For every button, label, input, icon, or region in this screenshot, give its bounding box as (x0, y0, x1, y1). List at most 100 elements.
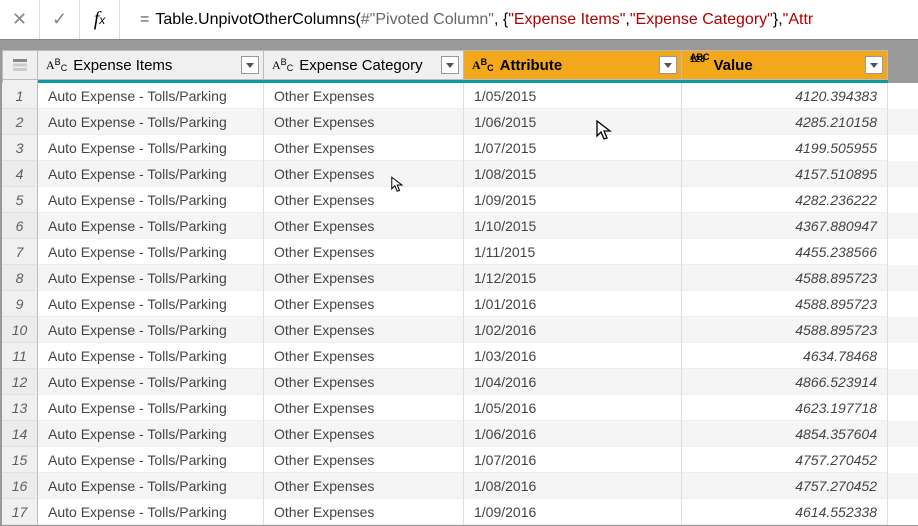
table-row[interactable]: 14Auto Expense - Tolls/ParkingOther Expe… (2, 421, 918, 447)
filter-dropdown-icon[interactable] (659, 56, 677, 74)
cell[interactable]: Other Expenses (264, 473, 464, 499)
cell[interactable]: Auto Expense - Tolls/Parking (38, 369, 264, 395)
cell[interactable]: 1/05/2015 (464, 83, 682, 109)
cell[interactable]: 1/12/2015 (464, 265, 682, 291)
cell[interactable]: Other Expenses (264, 187, 464, 213)
cell[interactable]: Other Expenses (264, 161, 464, 187)
cell[interactable]: Auto Expense - Tolls/Parking (38, 473, 264, 499)
cell[interactable]: Auto Expense - Tolls/Parking (38, 395, 264, 421)
filter-dropdown-icon[interactable] (865, 56, 883, 74)
cell[interactable]: Auto Expense - Tolls/Parking (38, 421, 264, 447)
cell[interactable]: 4282.236222 (682, 187, 888, 213)
cell[interactable]: 4588.895723 (682, 265, 888, 291)
column-header-expense-items[interactable]: ABC Expense Items (38, 50, 264, 80)
cell[interactable]: 1/09/2015 (464, 187, 682, 213)
table-row[interactable]: 16Auto Expense - Tolls/ParkingOther Expe… (2, 473, 918, 499)
cell[interactable]: 1/08/2016 (464, 473, 682, 499)
cell[interactable]: 1/07/2015 (464, 135, 682, 161)
cell[interactable]: Auto Expense - Tolls/Parking (38, 291, 264, 317)
row-number[interactable]: 10 (2, 317, 38, 343)
row-number[interactable]: 9 (2, 291, 38, 317)
row-number[interactable]: 17 (2, 499, 38, 525)
table-row[interactable]: 12Auto Expense - Tolls/ParkingOther Expe… (2, 369, 918, 395)
cell[interactable]: Auto Expense - Tolls/Parking (38, 213, 264, 239)
cell[interactable]: Other Expenses (264, 239, 464, 265)
confirm-formula-button[interactable]: ✓ (40, 0, 80, 39)
cell[interactable]: 4614.552338 (682, 499, 888, 525)
cell[interactable]: Other Expenses (264, 317, 464, 343)
table-row[interactable]: 11Auto Expense - Tolls/ParkingOther Expe… (2, 343, 918, 369)
cell[interactable]: Other Expenses (264, 109, 464, 135)
table-row[interactable]: 8Auto Expense - Tolls/ParkingOther Expen… (2, 265, 918, 291)
cell[interactable]: Auto Expense - Tolls/Parking (38, 343, 264, 369)
cell[interactable]: Other Expenses (264, 83, 464, 109)
cell[interactable]: Auto Expense - Tolls/Parking (38, 265, 264, 291)
cancel-formula-button[interactable]: ✕ (0, 0, 40, 39)
row-number[interactable]: 15 (2, 447, 38, 473)
cell[interactable]: 1/02/2016 (464, 317, 682, 343)
cell[interactable]: 1/04/2016 (464, 369, 682, 395)
row-number[interactable]: 13 (2, 395, 38, 421)
cell[interactable]: Other Expenses (264, 343, 464, 369)
row-number[interactable]: 4 (2, 161, 38, 187)
filter-dropdown-icon[interactable] (441, 56, 459, 74)
cell[interactable]: Other Expenses (264, 291, 464, 317)
row-number[interactable]: 16 (2, 473, 38, 499)
cell[interactable]: Auto Expense - Tolls/Parking (38, 109, 264, 135)
column-header-attribute[interactable]: ABC Attribute (464, 50, 682, 80)
cell[interactable]: 4455.238566 (682, 239, 888, 265)
table-row[interactable]: 1Auto Expense - Tolls/ParkingOther Expen… (2, 83, 918, 109)
cell[interactable]: Other Expenses (264, 369, 464, 395)
cell[interactable]: 4588.895723 (682, 317, 888, 343)
column-header-value[interactable]: ABC123 Value (682, 50, 888, 80)
table-row[interactable]: 10Auto Expense - Tolls/ParkingOther Expe… (2, 317, 918, 343)
cell[interactable]: 4157.510895 (682, 161, 888, 187)
table-row[interactable]: 7Auto Expense - Tolls/ParkingOther Expen… (2, 239, 918, 265)
row-number[interactable]: 14 (2, 421, 38, 447)
cell[interactable]: 1/11/2015 (464, 239, 682, 265)
table-row[interactable]: 5Auto Expense - Tolls/ParkingOther Expen… (2, 187, 918, 213)
table-row[interactable]: 4Auto Expense - Tolls/ParkingOther Expen… (2, 161, 918, 187)
cell[interactable]: Auto Expense - Tolls/Parking (38, 83, 264, 109)
cell[interactable]: Other Expenses (264, 421, 464, 447)
cell[interactable]: Auto Expense - Tolls/Parking (38, 239, 264, 265)
cell[interactable]: Other Expenses (264, 265, 464, 291)
row-number[interactable]: 7 (2, 239, 38, 265)
cell[interactable]: Auto Expense - Tolls/Parking (38, 317, 264, 343)
cell[interactable]: Other Expenses (264, 395, 464, 421)
cell[interactable]: 1/09/2016 (464, 499, 682, 525)
row-number[interactable]: 11 (2, 343, 38, 369)
cell[interactable]: 4757.270452 (682, 447, 888, 473)
table-row[interactable]: 13Auto Expense - Tolls/ParkingOther Expe… (2, 395, 918, 421)
cell[interactable]: 4866.523914 (682, 369, 888, 395)
cell[interactable]: 4634.78468 (682, 343, 888, 369)
row-number[interactable]: 6 (2, 213, 38, 239)
row-number[interactable]: 1 (2, 83, 38, 109)
cell[interactable]: Other Expenses (264, 135, 464, 161)
row-number[interactable]: 12 (2, 369, 38, 395)
cell[interactable]: 1/06/2015 (464, 109, 682, 135)
cell[interactable]: 4623.197718 (682, 395, 888, 421)
cell[interactable]: 4120.394383 (682, 83, 888, 109)
cell[interactable]: 4854.357604 (682, 421, 888, 447)
row-number[interactable]: 3 (2, 135, 38, 161)
formula-input[interactable]: = Table.UnpivotOtherColumns( #"Pivoted C… (120, 0, 918, 39)
cell[interactable]: 1/05/2016 (464, 395, 682, 421)
filter-dropdown-icon[interactable] (241, 56, 259, 74)
cell[interactable]: 4285.210158 (682, 109, 888, 135)
row-number[interactable]: 5 (2, 187, 38, 213)
cell[interactable]: 1/06/2016 (464, 421, 682, 447)
cell[interactable]: 1/03/2016 (464, 343, 682, 369)
cell[interactable]: 1/07/2016 (464, 447, 682, 473)
select-all-cell[interactable] (2, 50, 38, 80)
cell[interactable]: Auto Expense - Tolls/Parking (38, 499, 264, 525)
cell[interactable]: Auto Expense - Tolls/Parking (38, 135, 264, 161)
fx-button[interactable]: fx (80, 0, 120, 39)
row-number[interactable]: 2 (2, 109, 38, 135)
table-row[interactable]: 9Auto Expense - Tolls/ParkingOther Expen… (2, 291, 918, 317)
column-header-expense-category[interactable]: ABC Expense Category (264, 50, 464, 80)
cell[interactable]: Other Expenses (264, 447, 464, 473)
table-row[interactable]: 17Auto Expense - Tolls/ParkingOther Expe… (2, 499, 918, 525)
table-row[interactable]: 2Auto Expense - Tolls/ParkingOther Expen… (2, 109, 918, 135)
cell[interactable]: 4199.505955 (682, 135, 888, 161)
